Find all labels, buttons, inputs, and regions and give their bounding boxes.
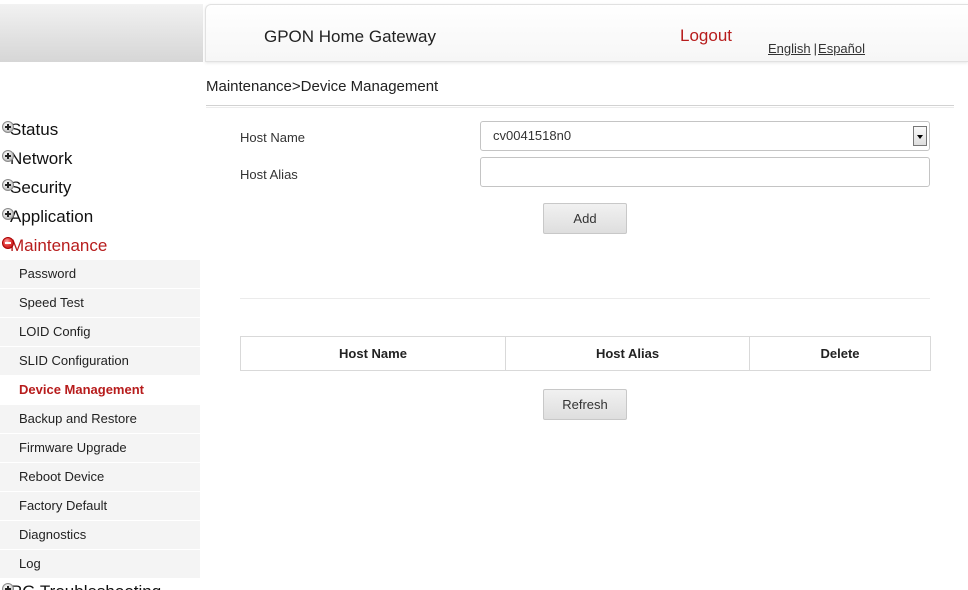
lang-english-link[interactable]: English: [768, 41, 811, 56]
nav-item-application[interactable]: Application: [0, 202, 200, 231]
host-name-select[interactable]: cv0041518n0: [480, 121, 930, 151]
lang-separator: |: [813, 41, 818, 56]
column-header-delete: Delete: [749, 336, 931, 371]
chevron-down-icon[interactable]: [913, 126, 927, 146]
nav-item-maintenance[interactable]: Maintenance: [0, 231, 200, 260]
nav-item-label: Status: [10, 120, 59, 139]
host-name-selected-value: cv0041518n0: [493, 128, 572, 143]
minus-icon: [2, 237, 14, 249]
section-divider: [240, 298, 930, 299]
host-alias-input[interactable]: [480, 157, 930, 187]
table-header-row: Host Name Host Alias Delete: [240, 336, 931, 371]
nav-item-label: RG Troubleshooting: [10, 582, 161, 590]
nav-item-label: Maintenance: [10, 236, 108, 255]
nav-item-rg-troubleshooting[interactable]: RG Troubleshooting: [0, 577, 200, 590]
subnav-item-log[interactable]: Log: [0, 550, 200, 579]
plus-icon: [2, 179, 14, 191]
header-bar: GPON Home Gateway Logout English |Español: [205, 4, 968, 62]
column-header-host-name: Host Name: [240, 336, 506, 371]
breadcrumb-divider: [206, 105, 954, 108]
nav-item-label: Security: [10, 178, 72, 197]
host-table: Host Name Host Alias Delete: [240, 336, 931, 371]
subnav-item-speed-test[interactable]: Speed Test: [0, 289, 200, 318]
subnav-item-loid-config[interactable]: LOID Config: [0, 318, 200, 347]
app-title: GPON Home Gateway: [264, 27, 436, 46]
nav-item-status[interactable]: Status: [0, 115, 200, 144]
lang-spanish-link[interactable]: Español: [818, 41, 865, 56]
refresh-button[interactable]: Refresh: [543, 389, 627, 420]
plus-icon: [2, 150, 14, 162]
plus-icon: [2, 583, 14, 590]
subnav-item-slid-configuration[interactable]: SLID Configuration: [0, 347, 200, 376]
nav-item-security[interactable]: Security: [0, 173, 200, 202]
sidebar-nav: Status Network Security Application Main…: [0, 115, 200, 590]
plus-icon: [2, 121, 14, 133]
subnav-item-firmware-upgrade[interactable]: Firmware Upgrade: [0, 434, 200, 463]
subnav-item-reboot-device[interactable]: Reboot Device: [0, 463, 200, 492]
language-switcher: English |Español: [768, 41, 865, 56]
host-alias-label: Host Alias: [240, 167, 298, 182]
logout-link[interactable]: Logout: [680, 26, 732, 46]
add-button[interactable]: Add: [543, 203, 627, 234]
subnav-item-backup-restore[interactable]: Backup and Restore: [0, 405, 200, 434]
logo-area: [0, 4, 203, 62]
nav-item-label: Application: [10, 207, 94, 226]
subnav-item-diagnostics[interactable]: Diagnostics: [0, 521, 200, 550]
subnav-item-factory-default[interactable]: Factory Default: [0, 492, 200, 521]
nav-item-label: Network: [10, 149, 73, 168]
subnav-item-device-management[interactable]: Device Management: [0, 376, 200, 405]
breadcrumb: Maintenance>Device Management: [206, 78, 439, 95]
column-header-host-alias: Host Alias: [505, 336, 750, 371]
host-name-label: Host Name: [240, 130, 306, 145]
plus-icon: [2, 208, 14, 220]
subnav-item-password[interactable]: Password: [0, 260, 200, 289]
maintenance-submenu: Password Speed Test LOID Config SLID Con…: [0, 260, 200, 579]
nav-item-network[interactable]: Network: [0, 144, 200, 173]
